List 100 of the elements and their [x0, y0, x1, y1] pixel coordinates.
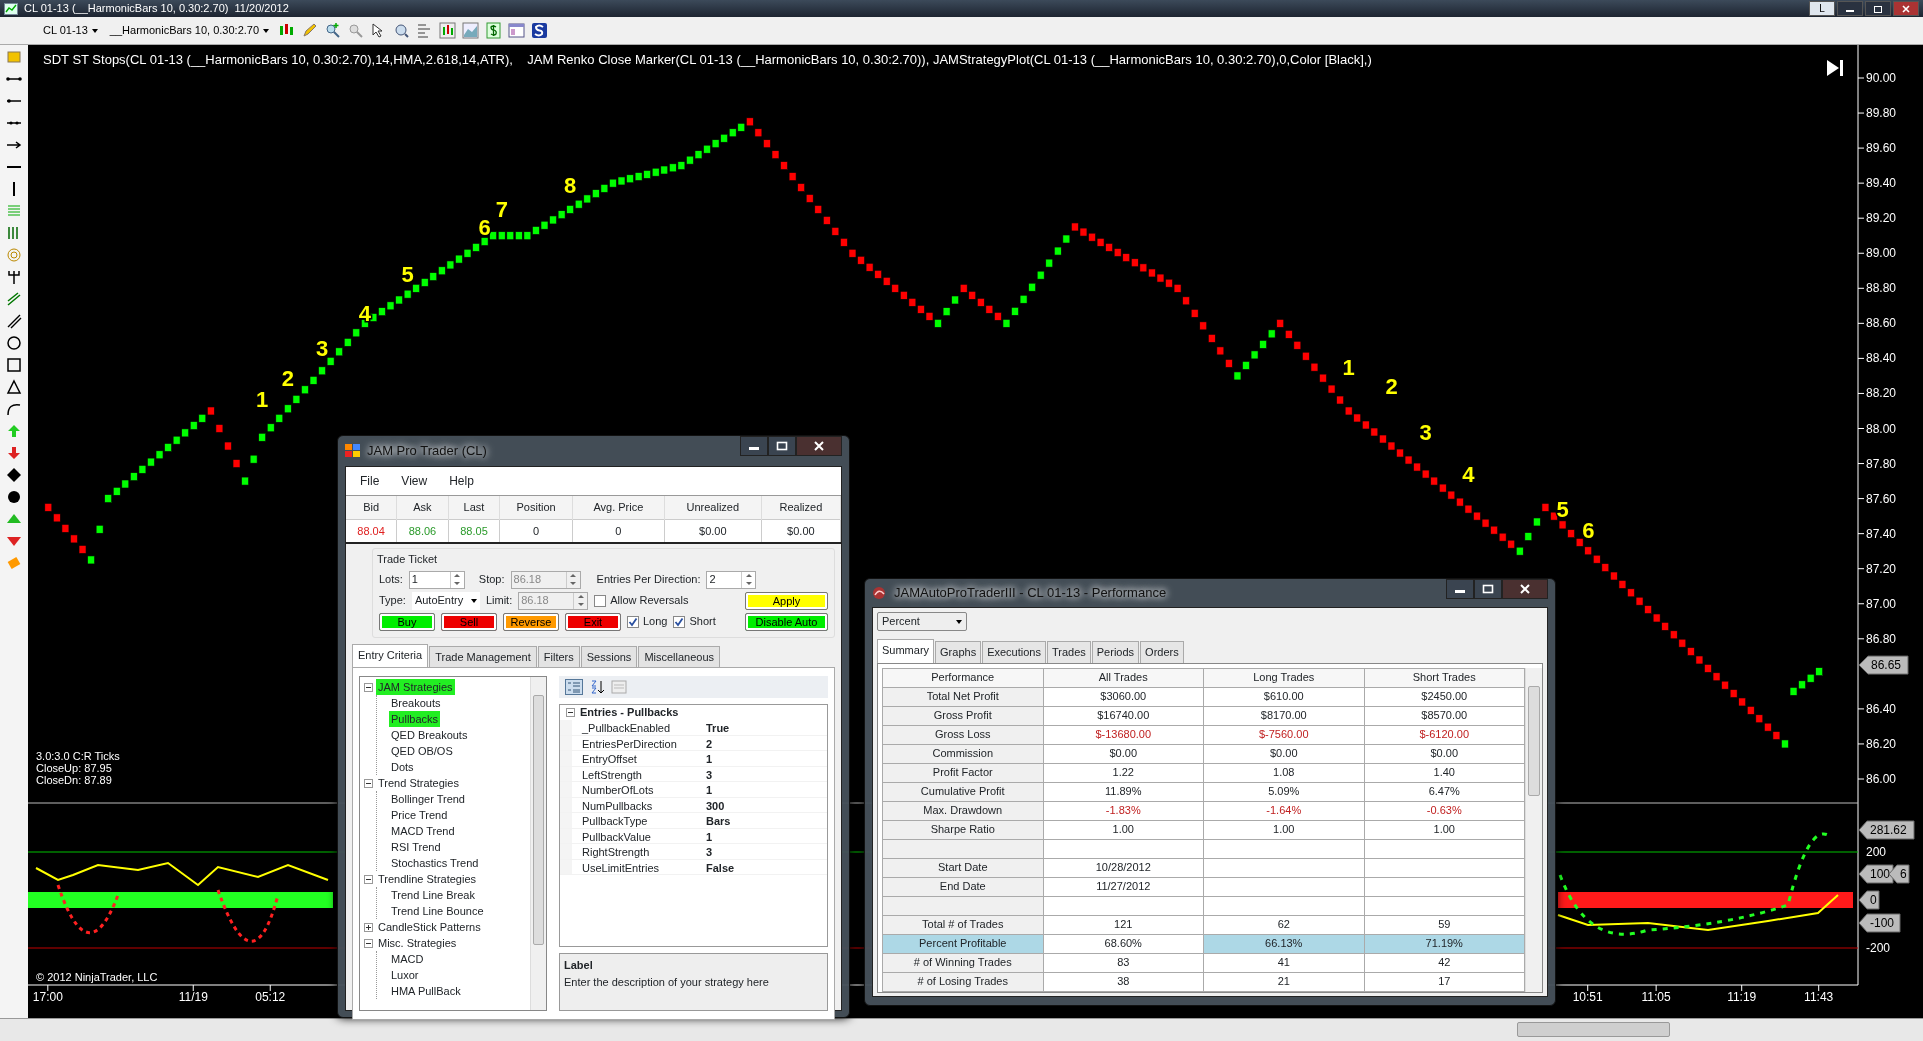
tree-item[interactable]: Trend Line Bounce	[389, 902, 486, 920]
order-button[interactable]: Buy	[379, 612, 435, 631]
property-value[interactable]: 300	[706, 797, 725, 812]
down-arrow-icon[interactable]	[6, 445, 22, 461]
property-value[interactable]: 1	[706, 751, 713, 766]
target-icon[interactable]	[6, 247, 22, 263]
pitchfork-icon[interactable]	[6, 269, 22, 285]
maximize-button[interactable]	[1865, 1, 1891, 16]
expand-icon[interactable]	[364, 922, 373, 932]
collapse-icon[interactable]	[364, 938, 373, 948]
tree-item[interactable]: Breakouts	[389, 694, 443, 712]
tab[interactable]: Graphs	[935, 641, 982, 663]
checkbox[interactable]	[627, 615, 639, 628]
collapse-icon[interactable]	[566, 708, 575, 717]
property-value[interactable]: False	[706, 859, 735, 874]
tab[interactable]: Executions	[982, 641, 1046, 663]
tree-item[interactable]: Luxor	[389, 966, 421, 984]
dot-icon[interactable]	[6, 489, 22, 505]
pencil-icon[interactable]	[301, 22, 319, 39]
collapse-icon[interactable]	[364, 778, 373, 788]
property-value[interactable]: 1	[706, 782, 713, 797]
circle-icon[interactable]	[6, 335, 22, 351]
tab[interactable]: Trade Management	[429, 645, 537, 667]
number-field[interactable]: 1	[408, 570, 465, 589]
disable-auto-button[interactable]: Disable Auto	[745, 612, 828, 631]
triangle-icon[interactable]	[6, 379, 22, 395]
app-icon	[345, 444, 361, 458]
property-value[interactable]: 3	[706, 766, 713, 781]
tab[interactable]: Sessions	[580, 645, 638, 667]
property-value[interactable]: 1	[706, 828, 713, 843]
square-icon[interactable]	[6, 357, 22, 373]
tab[interactable]: Periods	[1091, 641, 1140, 663]
order-button[interactable]: Sell	[441, 612, 497, 631]
tab[interactable]: Orders	[1140, 641, 1184, 663]
apply-button[interactable]: Apply	[745, 591, 828, 610]
tree-item[interactable]: MACD	[389, 950, 426, 968]
order-button[interactable]: Exit	[565, 612, 621, 631]
maximize-button[interactable]	[768, 436, 796, 456]
scrollbar[interactable]	[530, 677, 546, 1010]
collapse-icon[interactable]	[364, 874, 373, 884]
diamond-icon[interactable]	[6, 467, 22, 483]
tree-item[interactable]: CandleStick Patterns	[376, 918, 483, 936]
tree-item[interactable]: Trendline Strategies	[376, 870, 479, 888]
tree-item[interactable]: Pullbacks	[389, 710, 441, 728]
diagonal-lines-icon[interactable]	[6, 313, 22, 329]
chart-icon[interactable]	[439, 22, 457, 39]
sort-icon[interactable]	[589, 679, 605, 695]
window-icon[interactable]	[508, 22, 526, 39]
menu-item[interactable]: File	[360, 472, 380, 490]
scrollbar[interactable]	[1525, 667, 1542, 992]
arc-icon[interactable]	[6, 401, 22, 417]
dollar-icon[interactable]	[485, 22, 503, 39]
checkbox[interactable]	[673, 615, 686, 628]
collapse-icon[interactable]	[364, 682, 373, 692]
trend-channel-icon[interactable]	[6, 291, 22, 307]
property-value[interactable]: Bars	[706, 813, 731, 828]
tree-item[interactable]: Price Trend	[389, 806, 450, 824]
property-value[interactable]: True	[706, 720, 730, 735]
tab[interactable]: Miscellaneous	[638, 645, 721, 667]
tree-item[interactable]: Dots	[389, 758, 416, 776]
tree-item[interactable]: HMA PullBack	[389, 982, 463, 1000]
tree-item[interactable]: Bollinger Trend	[389, 790, 467, 808]
tab[interactable]: Trades	[1046, 641, 1091, 663]
minimize-button[interactable]	[1837, 1, 1863, 16]
tab[interactable]: Summary	[877, 639, 935, 663]
layout-button[interactable]: L	[1809, 1, 1835, 16]
minimize-button[interactable]	[1446, 579, 1474, 599]
menu-item[interactable]: View	[401, 472, 428, 490]
tree-item[interactable]: Trend Line Break	[389, 886, 477, 904]
checkbox[interactable]	[594, 594, 607, 607]
tree-item[interactable]: Trend Strategies	[376, 774, 461, 792]
scrollbar-thumb[interactable]	[1517, 1022, 1670, 1037]
close-button[interactable]	[796, 436, 842, 456]
instrument-dropdown[interactable]: CL 01-13	[40, 21, 101, 40]
tree-item[interactable]: QED OB/OS	[389, 742, 455, 760]
number-field[interactable]: 2	[706, 570, 757, 589]
type-dropdown[interactable]: AutoEntry	[411, 591, 480, 610]
magnifier-icon[interactable]	[393, 22, 411, 39]
zoom-in-icon[interactable]	[324, 22, 342, 39]
go-to-end-icon[interactable]	[1827, 60, 1843, 76]
tree-item[interactable]: RSI Trend	[389, 838, 443, 856]
tree-item[interactable]: Stochastics Trend	[389, 854, 481, 872]
order-button[interactable]: Reverse	[503, 612, 559, 631]
bar-type-dropdown[interactable]: __HarmonicBars 10, 0.30:2.70	[106, 21, 273, 40]
tree-item[interactable]: QED Breakouts	[389, 726, 470, 744]
menu-item[interactable]: Help	[449, 472, 474, 490]
tab[interactable]: Filters	[537, 645, 580, 667]
property-value[interactable]: 2	[706, 735, 713, 750]
tree-item[interactable]: MACD Trend	[389, 822, 457, 840]
maximize-button[interactable]	[1474, 579, 1502, 599]
tree-item[interactable]: JAM Strategies	[376, 678, 455, 696]
tree-item[interactable]: Misc. Strategies	[376, 934, 459, 952]
close-button[interactable]	[1502, 579, 1548, 599]
display-dropdown[interactable]: Percent	[877, 612, 967, 631]
close-button[interactable]	[1893, 1, 1919, 16]
logo-icon[interactable]	[531, 22, 549, 39]
categorized-icon[interactable]	[565, 679, 583, 695]
property-value[interactable]: 3	[706, 844, 713, 859]
minimize-button[interactable]	[740, 436, 768, 456]
tab[interactable]: Entry Criteria	[352, 643, 429, 667]
